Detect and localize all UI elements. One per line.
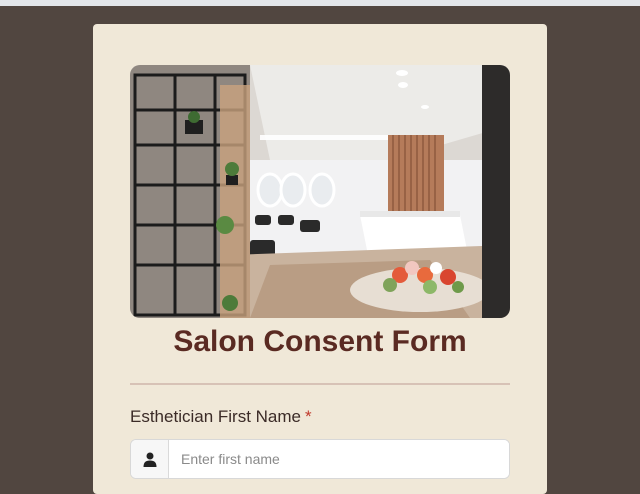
first-name-label: Esthetician First Name * [130,407,312,427]
form-title: Salon Consent Form [173,325,467,358]
title-divider [130,383,510,385]
form-card: Salon Consent Form Esthetician First Nam… [93,24,547,494]
first-name-input[interactable] [169,440,509,478]
first-name-label-text: Esthetician First Name [130,407,301,426]
user-icon [131,440,169,478]
salon-hero-image [130,65,510,318]
browser-top-bar [0,0,640,6]
required-marker: * [305,407,312,426]
first-name-input-group [130,439,510,479]
